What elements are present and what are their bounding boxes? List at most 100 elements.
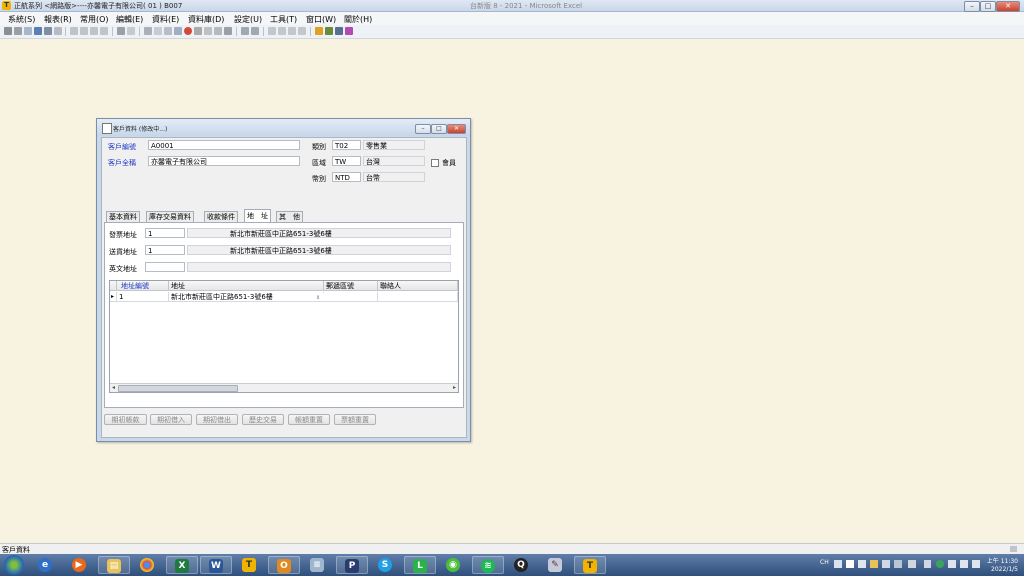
ime-tool-icon[interactable] — [882, 560, 890, 568]
last-icon[interactable] — [100, 27, 108, 35]
scroll-thumb[interactable] — [118, 385, 238, 392]
grid-header-address-no[interactable]: 地址編號 — [117, 281, 169, 291]
menu-window[interactable]: 窗口(W) — [306, 14, 336, 25]
taskbar-qq[interactable]: Q — [506, 556, 538, 574]
grid-header-zip[interactable]: 郵遞區號 — [324, 281, 378, 291]
maximize-icon[interactable]: □ — [980, 1, 996, 12]
tray-app-icon[interactable] — [936, 560, 944, 568]
delivery-address-no[interactable]: 1 — [145, 245, 185, 255]
tab-basic[interactable]: 基本資料 — [106, 211, 140, 222]
delete-icon[interactable] — [204, 27, 212, 35]
printer-icon[interactable] — [144, 27, 152, 35]
grid-header-address[interactable]: 地址 — [169, 281, 324, 291]
grid-icon[interactable] — [54, 27, 62, 35]
horizontal-scrollbar[interactable]: ◂ ▸ — [110, 383, 458, 392]
prev-icon[interactable] — [80, 27, 88, 35]
ime-settings-icon[interactable] — [894, 560, 902, 568]
tab-payment-terms[interactable]: 收款條件 — [204, 211, 238, 222]
taskbar-ie[interactable]: e — [30, 556, 62, 574]
menu-report[interactable]: 報表(R) — [44, 14, 72, 25]
tools-icon[interactable] — [194, 27, 202, 35]
show-hidden-icon[interactable] — [924, 560, 931, 568]
taskbar-spotify[interactable]: ≋ — [472, 556, 504, 574]
copy2-icon[interactable] — [278, 27, 286, 35]
chart-icon[interactable] — [315, 27, 323, 35]
dialog-minimize-icon[interactable]: – — [415, 124, 431, 134]
undo-icon[interactable] — [298, 27, 306, 35]
taskbar-chinghwa-active[interactable]: T — [574, 556, 606, 574]
taskbar-chinghwa[interactable]: T — [234, 556, 266, 574]
taskbar-wechat[interactable]: ◉ — [438, 556, 470, 574]
first-icon[interactable] — [70, 27, 78, 35]
customer-name-field[interactable]: 亦馨電子有限公司 — [148, 156, 300, 166]
lock-icon[interactable] — [117, 27, 125, 35]
find-icon[interactable] — [14, 27, 22, 35]
history-transactions-button[interactable]: 歷史交易 — [242, 414, 284, 425]
tab-inventory[interactable]: 庫存交易資料 — [146, 211, 194, 222]
start-button[interactable] — [4, 555, 24, 575]
currency-code-field[interactable]: NTD — [332, 172, 361, 182]
minimize-icon[interactable]: – — [964, 1, 980, 12]
taskbar-line[interactable]: L — [404, 556, 436, 574]
print-icon[interactable] — [44, 27, 52, 35]
dialog-restore-icon[interactable]: □ — [431, 124, 447, 134]
english-address-no[interactable] — [145, 262, 185, 272]
scroll-right-icon[interactable]: ▸ — [451, 384, 458, 392]
paste2-icon[interactable] — [288, 27, 296, 35]
close-icon[interactable]: ✕ — [996, 1, 1020, 12]
ime-mode-icon[interactable] — [846, 560, 854, 568]
next-icon[interactable] — [90, 27, 98, 35]
table-row-address[interactable]: 新北市新莊區中正路651-3號6樓 — [169, 292, 324, 302]
taskbar-chrome[interactable] — [132, 556, 164, 574]
taskbar-explorer[interactable]: ▤ — [98, 556, 130, 574]
ime-full-icon[interactable] — [858, 560, 866, 568]
taskbar-skype[interactable]: S — [370, 556, 402, 574]
menu-system[interactable]: 系統(S) — [8, 14, 35, 25]
opening-lend-out-button[interactable]: 期初借出 — [196, 414, 238, 425]
table-row-contact[interactable] — [378, 292, 458, 302]
region-code-field[interactable]: TW — [332, 156, 361, 166]
note-reset-button[interactable]: 票額重置 — [334, 414, 376, 425]
network-icon[interactable] — [960, 560, 968, 568]
taskbar-powerpoint[interactable]: P — [336, 556, 368, 574]
save-icon[interactable] — [174, 27, 182, 35]
volume-icon[interactable] — [972, 560, 980, 568]
cut-icon[interactable] — [268, 27, 276, 35]
paste-icon[interactable] — [164, 27, 172, 35]
taskbar-tool[interactable]: ✎ — [540, 556, 572, 574]
image-icon[interactable] — [325, 27, 333, 35]
taskbar-outlook[interactable]: O — [268, 556, 300, 574]
window-icon[interactable] — [34, 27, 42, 35]
invoice-address-no[interactable]: 1 — [145, 228, 185, 238]
menu-about[interactable]: 關於(H) — [344, 14, 372, 25]
page-icon[interactable] — [154, 27, 162, 35]
menu-tools[interactable]: 工具(T) — [270, 14, 297, 25]
document-icon[interactable] — [127, 27, 135, 35]
stop-icon[interactable] — [184, 27, 192, 35]
eraser-icon[interactable] — [345, 27, 353, 35]
spin-icon[interactable]: ⇕ — [316, 293, 324, 301]
taskbar-media-player[interactable]: ▶ — [64, 556, 96, 574]
taskbar-excel[interactable]: X — [166, 556, 198, 574]
opening-borrow-in-button[interactable]: 期初借入 — [150, 414, 192, 425]
calculator-icon[interactable] — [335, 27, 343, 35]
input-language[interactable]: CH — [820, 559, 829, 566]
customer-code-field[interactable]: A0001 — [148, 140, 300, 150]
resize-grip-icon[interactable] — [1010, 546, 1017, 552]
menu-database[interactable]: 資料庫(D) — [188, 14, 224, 25]
category-code-field[interactable]: T02 — [332, 140, 361, 150]
opening-balance-button[interactable]: 期初帳款 — [104, 414, 147, 425]
scroll-left-icon[interactable]: ◂ — [110, 384, 117, 392]
clock[interactable]: 上午 11:30 2022/1/5 — [987, 558, 1018, 574]
table-row-zip[interactable] — [324, 292, 378, 302]
dialog-close-icon[interactable]: ✕ — [447, 124, 466, 134]
binoculars-icon[interactable] — [4, 27, 12, 35]
edit-icon[interactable] — [224, 27, 232, 35]
note-icon[interactable] — [214, 27, 222, 35]
flag-icon[interactable] — [948, 560, 956, 568]
copy-icon[interactable] — [24, 27, 32, 35]
account-reset-button[interactable]: 帳額重置 — [288, 414, 330, 425]
taskbar-scanner[interactable]: ≡ — [302, 556, 334, 574]
filter-icon[interactable] — [251, 27, 259, 35]
member-checkbox[interactable] — [431, 159, 439, 167]
